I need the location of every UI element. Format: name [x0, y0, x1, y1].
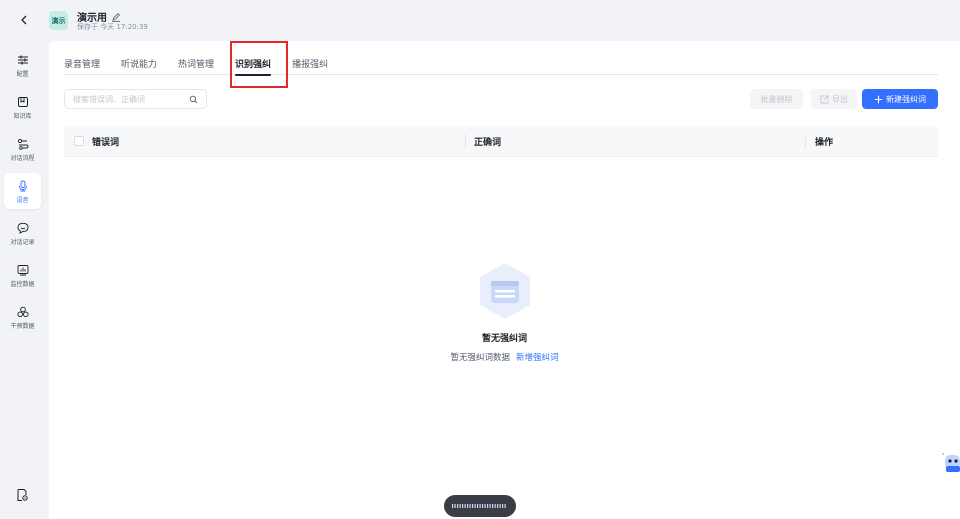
batch-delete-button[interactable]: 批量删除 — [750, 89, 803, 109]
empty-document-icon — [479, 263, 530, 319]
sidebar-item-voice[interactable]: 语音 — [4, 173, 41, 209]
column-divider — [805, 134, 806, 149]
search-box[interactable] — [64, 89, 207, 109]
monitor-chart-icon — [16, 263, 30, 277]
main-panel: 录音管理 听说能力 热词管理 识别强纠 播报强纠 批量删除 导出 新建强纠词 错… — [49, 41, 960, 519]
plus-icon — [874, 95, 883, 103]
tab-bar: 录音管理 听说能力 热词管理 识别强纠 播报强纠 — [64, 49, 938, 76]
sidebar: 配置 知识库 对话流程 语音 对话记录 监控数据 干预数据 — [0, 40, 45, 519]
column-header-wrong-word: 错误词 — [92, 138, 120, 148]
empty-state: 暂无强纠词 暂无强纠词数据 新增强纠词 — [49, 261, 960, 363]
table-header: 错误词 正确词 操作 — [64, 126, 938, 157]
export-label: 导出 — [832, 94, 848, 104]
search-input[interactable] — [73, 94, 189, 104]
column-header-correct-word: 正确词 — [474, 138, 502, 148]
tab-hotwords[interactable]: 热词管理 — [178, 49, 214, 75]
document-settings-icon — [17, 489, 28, 501]
batch-delete-label: 批量删除 — [760, 94, 793, 104]
top-bar: 演示 演示用 保存于 今天 17:20:39 — [0, 0, 960, 40]
save-status: 保存于 今天 17:20:39 — [77, 23, 148, 31]
microphone-icon — [16, 179, 30, 193]
sidebar-item-label: 语音 — [16, 196, 29, 204]
app-badge: 演示 — [49, 11, 68, 30]
empty-title: 暂无强纠词 — [481, 334, 527, 344]
add-correction-link[interactable]: 新增强纠词 — [516, 353, 559, 363]
sidebar-item-config[interactable]: 配置 — [4, 47, 41, 83]
empty-description-row: 暂无强纠词数据 新增强纠词 — [450, 351, 558, 363]
sidebar-item-knowledge[interactable]: 知识库 — [4, 89, 41, 125]
document-settings-button[interactable] — [15, 487, 31, 503]
sidebar-item-monitor[interactable]: 监控数据 — [4, 257, 41, 293]
sidebar-item-label: 知识库 — [13, 112, 32, 120]
tab-highlight-box — [230, 41, 288, 88]
book-icon — [16, 95, 30, 109]
new-correction-label: 新建强纠词 — [886, 94, 926, 104]
sidebar-item-flow[interactable]: 对话流程 — [4, 131, 41, 167]
sidebar-item-label: 对话记录 — [10, 238, 35, 246]
column-divider — [465, 134, 466, 149]
empty-description: 暂无强纠词数据 — [450, 353, 510, 363]
new-correction-button[interactable]: 新建强纠词 — [862, 89, 938, 109]
sidebar-item-label: 监控数据 — [10, 280, 35, 288]
sidebar-item-chat-log[interactable]: 对话记录 — [4, 215, 41, 251]
chevron-left-icon — [21, 15, 27, 25]
nodes-icon — [16, 305, 30, 319]
column-header-actions: 操作 — [815, 138, 834, 148]
assistant-avatar[interactable] — [940, 448, 960, 474]
back-button[interactable] — [16, 12, 32, 28]
export-button[interactable]: 导出 — [811, 89, 857, 109]
chat-icon — [16, 221, 30, 235]
sidebar-item-label: 对话流程 — [10, 154, 35, 162]
flow-icon — [16, 137, 30, 151]
pencil-icon[interactable] — [111, 12, 121, 22]
select-all-checkbox[interactable] — [74, 136, 84, 146]
sliders-icon — [16, 53, 30, 67]
waveform-icon — [452, 504, 506, 508]
robot-icon — [942, 453, 960, 472]
voice-input-button[interactable] — [444, 495, 516, 517]
export-icon — [820, 95, 829, 103]
tab-broadcast-correction[interactable]: 播报强纠 — [292, 49, 328, 75]
sidebar-item-label: 干预数据 — [10, 322, 35, 330]
tab-listening[interactable]: 听说能力 — [121, 49, 157, 75]
tab-recording[interactable]: 录音管理 — [64, 49, 100, 75]
search-icon[interactable] — [189, 95, 198, 104]
sidebar-item-label: 配置 — [16, 70, 29, 78]
sidebar-item-intervention[interactable]: 干预数据 — [4, 299, 41, 335]
